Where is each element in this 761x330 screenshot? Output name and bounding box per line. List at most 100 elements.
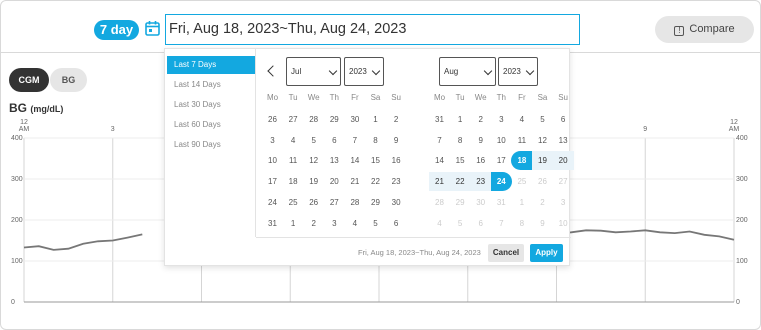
calendar-day[interactable]: 23: [386, 172, 407, 191]
calendar-day[interactable]: 3: [324, 214, 345, 233]
bg-toggle[interactable]: BG: [50, 68, 87, 92]
weekday-label: Su: [391, 93, 401, 102]
calendar-day[interactable]: 30: [386, 193, 407, 212]
y-tick-label-left: 0: [11, 299, 15, 306]
date-range-input[interactable]: Fri, Aug 18, 2023~Thu, Aug 24, 2023: [165, 14, 580, 45]
calendar-day[interactable]: 11: [511, 131, 532, 150]
calendar-icon[interactable]: [144, 20, 161, 37]
calendar-day[interactable]: 27: [324, 193, 345, 212]
calendar-day[interactable]: 18: [283, 172, 304, 191]
weekday-label: Fr: [351, 93, 359, 102]
calendar-day[interactable]: 31: [262, 214, 283, 233]
calendar-day[interactable]: 4: [344, 214, 365, 233]
calendar-day[interactable]: 12: [303, 151, 324, 170]
calendar-day[interactable]: 5: [303, 131, 324, 150]
calendar-day[interactable]: 27: [283, 110, 304, 129]
calendar-day[interactable]: 6: [386, 214, 407, 233]
calendar-day[interactable]: 20: [552, 151, 574, 171]
calendar-day[interactable]: 1: [365, 110, 386, 129]
cgm-toggle[interactable]: CGM: [9, 68, 49, 92]
calendar-day[interactable]: 14: [429, 151, 450, 170]
calendar-day[interactable]: 1: [283, 214, 304, 233]
calendar-day[interactable]: 10: [262, 151, 283, 170]
left-month-select[interactable]: Jul: [286, 57, 341, 86]
calendar-day[interactable]: 24: [490, 172, 512, 192]
calendar-day: 4: [437, 218, 442, 228]
chart-title-unit: (mg/dL): [30, 104, 64, 114]
calendar-day[interactable]: 15: [450, 151, 471, 170]
calendar-day[interactable]: 13: [553, 131, 574, 150]
y-tick-label-right: 200: [736, 217, 748, 224]
x-tick-label: 12 AM: [729, 119, 740, 133]
weekday-label: We: [474, 93, 487, 102]
calendar-day[interactable]: 9: [386, 131, 407, 150]
preset-item[interactable]: Last 14 Days: [167, 76, 255, 94]
y-tick-label-right: 100: [736, 258, 748, 265]
calendar-day[interactable]: 4: [283, 131, 304, 150]
calendar-day[interactable]: 1: [450, 110, 471, 129]
calendar-day[interactable]: 15: [365, 151, 386, 170]
left-year-select[interactable]: 2023: [344, 57, 384, 86]
calendar-day[interactable]: 13: [324, 151, 345, 170]
calendar-day[interactable]: 21: [429, 172, 450, 192]
preset-item[interactable]: Last 90 Days: [167, 136, 255, 154]
calendar-day[interactable]: 16: [470, 151, 491, 170]
calendar-day[interactable]: 3: [262, 131, 283, 150]
calendar-day[interactable]: 24: [262, 193, 283, 212]
calendar-day[interactable]: 5: [365, 214, 386, 233]
calendar-day[interactable]: 17: [262, 172, 283, 191]
calendar-day[interactable]: 23: [470, 172, 492, 192]
preset-item[interactable]: Last 30 Days: [167, 96, 255, 114]
calendar-day: 5: [457, 218, 463, 228]
prev-month-icon[interactable]: [267, 65, 279, 77]
calendar-day[interactable]: 6: [324, 131, 345, 150]
calendar-day[interactable]: 26: [303, 193, 324, 212]
calendar-day[interactable]: 2: [303, 214, 324, 233]
calendar-day[interactable]: 28: [344, 193, 365, 212]
calendar-day[interactable]: 19: [303, 172, 324, 191]
calendar-day[interactable]: 8: [450, 131, 471, 150]
preset-item[interactable]: Last 7 Days: [167, 56, 255, 74]
calendar-day: 6: [478, 218, 483, 228]
calendar-day: 25: [517, 177, 527, 187]
right-month-select[interactable]: Aug: [439, 57, 496, 86]
calendar-day[interactable]: 16: [386, 151, 407, 170]
calendar-day[interactable]: 6: [553, 110, 574, 129]
calendar-day[interactable]: 9: [470, 131, 491, 150]
calendar-day[interactable]: 5: [532, 110, 553, 129]
calendar-day[interactable]: 29: [365, 193, 386, 212]
compare-button[interactable]: ! Compare: [655, 16, 754, 43]
calendar-day[interactable]: 18: [511, 151, 533, 171]
preset-item[interactable]: Last 60 Days: [167, 116, 255, 134]
calendar-day[interactable]: 2: [386, 110, 407, 129]
calendar-day[interactable]: 26: [262, 110, 283, 129]
range-pill[interactable]: 7 day: [94, 20, 139, 40]
calendar-day[interactable]: 7: [429, 131, 450, 150]
calendar-day[interactable]: 21: [344, 172, 365, 191]
cancel-button[interactable]: Cancel: [488, 244, 524, 262]
right-year-select[interactable]: 2023: [498, 57, 538, 86]
calendar-day[interactable]: 4: [511, 110, 532, 129]
weekday-label: Tu: [288, 93, 298, 102]
calendar-day[interactable]: 28: [303, 110, 324, 129]
calendar-day[interactable]: 10: [491, 131, 512, 150]
calendar-day[interactable]: 11: [283, 151, 304, 170]
calendar-day[interactable]: 20: [324, 172, 345, 191]
weekday-label: Su: [558, 93, 568, 102]
calendar-day[interactable]: 7: [344, 131, 365, 150]
calendar-day[interactable]: 25: [283, 193, 304, 212]
calendar-day[interactable]: 22: [365, 172, 386, 191]
calendar-day[interactable]: 22: [449, 172, 471, 192]
calendar-day[interactable]: 14: [344, 151, 365, 170]
calendar-day[interactable]: 3: [491, 110, 512, 129]
calendar-day[interactable]: 31: [429, 110, 450, 129]
calendar-day[interactable]: 30: [344, 110, 365, 129]
calendar-day[interactable]: 8: [365, 131, 386, 150]
calendar-day[interactable]: 17: [491, 151, 512, 170]
calendar-day[interactable]: 2: [470, 110, 491, 129]
calendar-day[interactable]: 29: [324, 110, 345, 129]
chart-title-main: BG: [9, 101, 27, 115]
calendar-day[interactable]: 19: [532, 151, 553, 171]
apply-button[interactable]: Apply: [530, 244, 563, 262]
calendar-day[interactable]: 12: [532, 131, 553, 150]
